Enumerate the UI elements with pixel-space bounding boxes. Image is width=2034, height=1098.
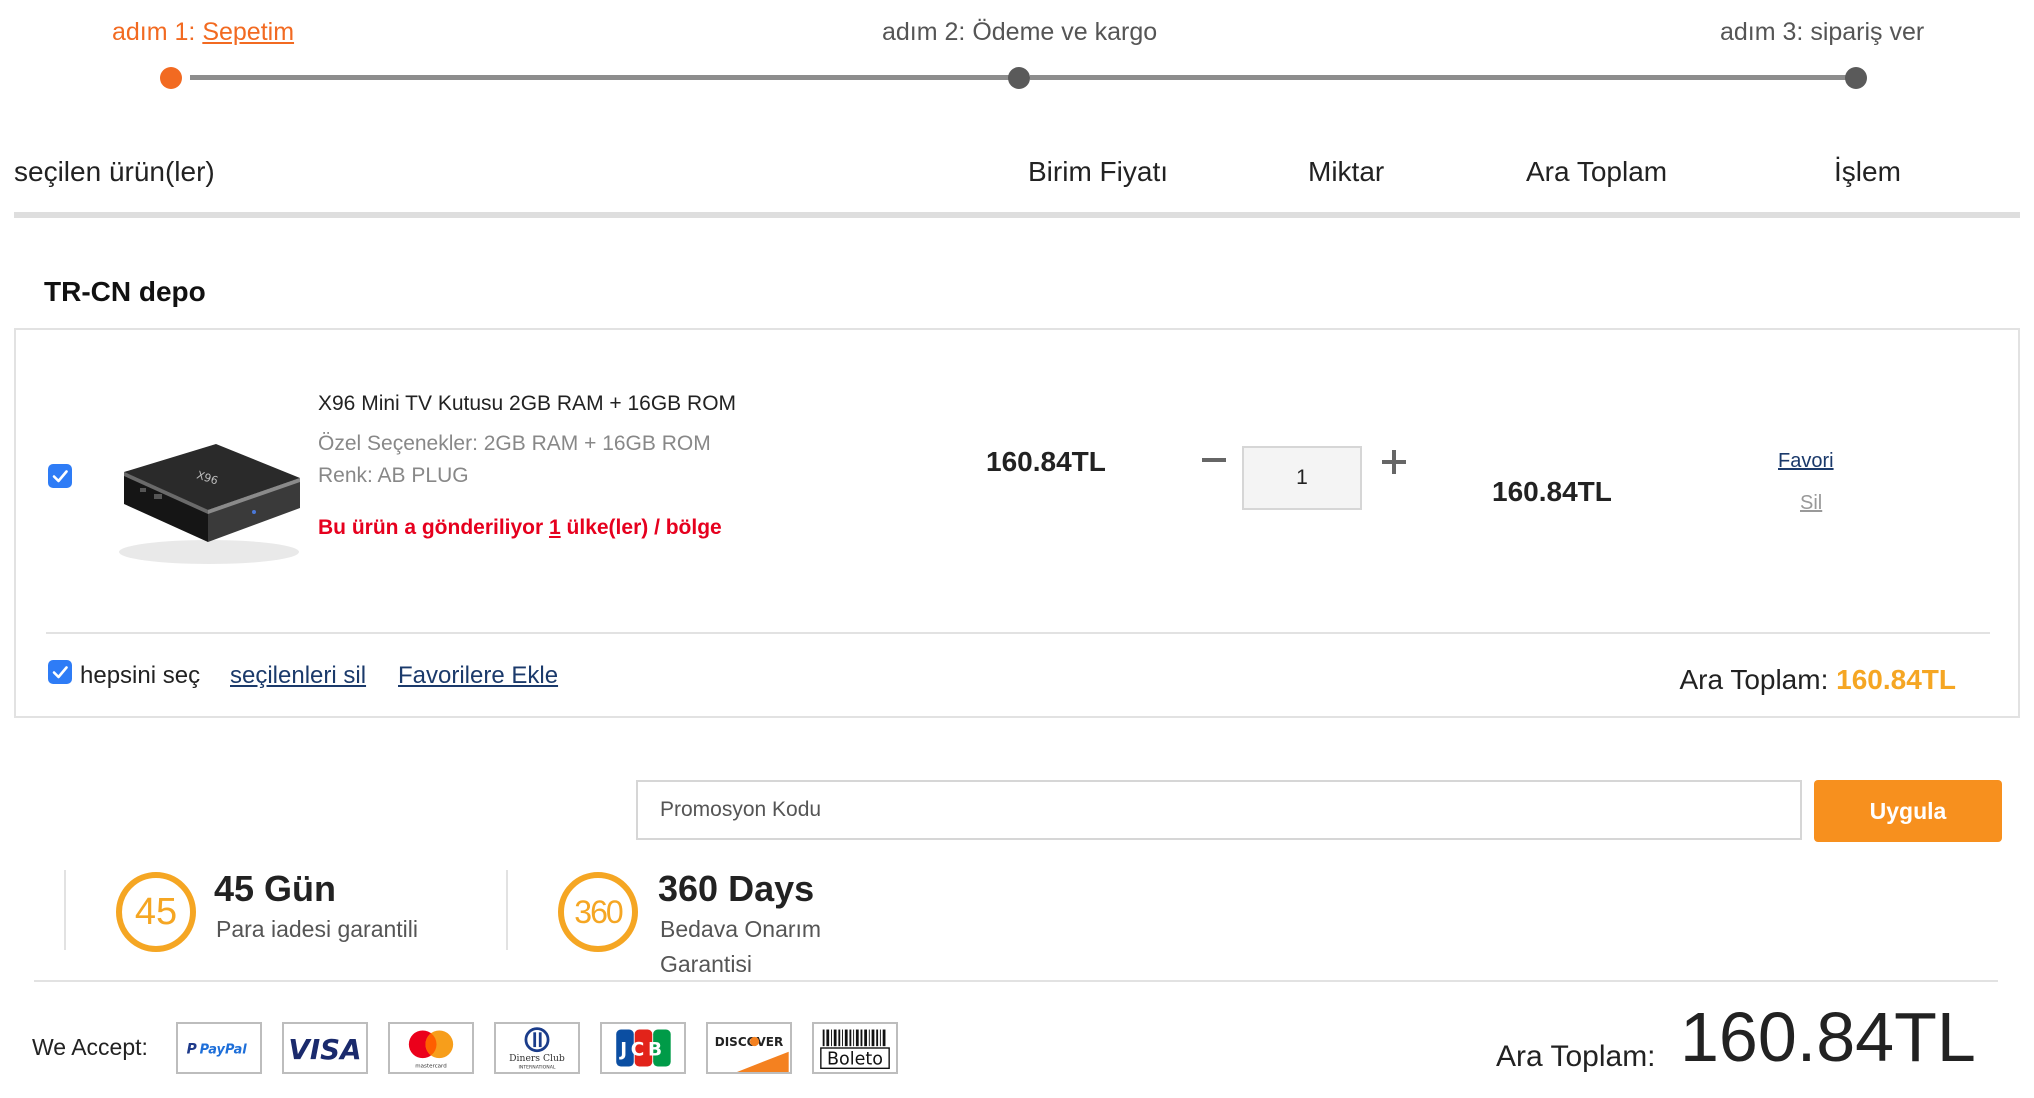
step-1-link[interactable]: Sepetim xyxy=(202,18,294,46)
step-3-dot xyxy=(1845,67,1867,89)
cart-item-box: X96 X96 Mini TV Kutusu 2GB RAM + 16GB RO… xyxy=(14,328,2020,718)
favorite-link[interactable]: Favori xyxy=(1778,450,1834,473)
visa-icon: VISA xyxy=(282,1022,368,1074)
quantity-decrease-button[interactable] xyxy=(1202,458,1226,462)
svg-text:VISA: VISA xyxy=(288,1033,361,1066)
check-icon xyxy=(52,470,68,483)
jcb-icon: JCB xyxy=(600,1022,686,1074)
select-all-label[interactable]: hepsini seç xyxy=(80,662,200,690)
warehouse-title: TR-CN depo xyxy=(44,276,206,307)
grand-total-amount: 160.84TL xyxy=(1680,998,1976,1076)
ship-prefix: Bu ürün a gönderiliyor xyxy=(318,516,550,539)
step-2-dot xyxy=(1008,67,1030,89)
header-subtotal: Ara Toplam xyxy=(1526,156,1668,187)
svg-text:PayPal: PayPal xyxy=(200,1043,248,1058)
step-1-prefix: adım 1: xyxy=(112,18,203,46)
header-unit-price: Birim Fiyatı xyxy=(1028,156,1168,187)
box-subtotal-label: Ara Toplam: xyxy=(1679,664,1837,695)
step-3: adım 3: sipariş ver xyxy=(1720,18,1925,46)
svg-text:JCB: JCB xyxy=(618,1039,666,1060)
check-icon xyxy=(52,666,68,679)
boleto-icon: Boleto xyxy=(812,1022,898,1074)
grand-total-label: Ara Toplam: xyxy=(1496,1040,1656,1073)
header-quantity: Miktar xyxy=(1308,156,1385,187)
add-to-favorites-link[interactable]: Favorilere Ekle xyxy=(398,662,558,690)
item-checkbox[interactable] xyxy=(48,464,72,488)
360-days-badge-icon: 360 xyxy=(558,872,638,952)
header-products: seçilen ürün(ler) xyxy=(14,156,215,187)
ship-country-count[interactable]: 1 xyxy=(549,516,561,539)
unit-price: 160.84TL xyxy=(986,446,1106,477)
guarantee-divider-1 xyxy=(64,870,66,950)
guarantee-sub-2-line1: Bedava Onarım xyxy=(660,916,822,942)
svg-text:mastercard: mastercard xyxy=(415,1063,446,1069)
svg-text:DISCOVER: DISCOVER xyxy=(715,1035,783,1049)
45-days-badge-icon: 45 xyxy=(116,872,196,952)
item-subtotal: 160.84TL xyxy=(1492,476,1612,507)
discover-icon: DISCOVER xyxy=(706,1022,792,1074)
svg-text:Boleto: Boleto xyxy=(827,1050,883,1070)
we-accept-label: We Accept: xyxy=(32,1034,148,1060)
item-divider xyxy=(46,632,1990,634)
product-title[interactable]: X96 Mini TV Kutusu 2GB RAM + 16GB ROM xyxy=(318,392,736,416)
select-all-checkbox[interactable] xyxy=(48,660,72,684)
guarantee-title-1: 45 Gün xyxy=(214,868,337,909)
delete-link[interactable]: Sil xyxy=(1800,492,1822,515)
step-1: adım 1: Sepetim xyxy=(112,18,294,47)
guarantee-title-2: 360 Days xyxy=(658,868,815,909)
apply-promo-button[interactable]: Uygula xyxy=(1814,780,2002,842)
ship-suffix: ülke(ler) / bölge xyxy=(560,516,722,539)
guarantee-sub-2-line2: Garantisi xyxy=(660,951,753,977)
paypal-icon: P PayPal xyxy=(176,1022,262,1074)
delete-selected-link[interactable]: seçilenleri sil xyxy=(230,662,366,690)
step-1-dot xyxy=(160,67,182,89)
footer-divider xyxy=(34,980,1998,982)
diners-club-icon: Diners Club INTERNATIONAL xyxy=(494,1022,580,1074)
svg-text:INTERNATIONAL: INTERNATIONAL xyxy=(519,1064,556,1070)
product-image[interactable]: X96 xyxy=(104,430,314,570)
shipping-notice: Bu ürün a gönderiliyor 1 ülke(ler) / böl… xyxy=(318,516,722,540)
cart-table-header: seçilen ürün(ler) Birim Fiyatı Miktar Ar… xyxy=(14,120,2020,218)
header-action: İşlem xyxy=(1834,156,1901,187)
mastercard-icon: mastercard xyxy=(388,1022,474,1074)
guarantee-sub-1: Para iadesi garantili xyxy=(216,916,419,942)
box-subtotal: Ara Toplam: 160.84TL xyxy=(1679,664,1956,696)
product-color: Renk: AB PLUG xyxy=(318,464,469,487)
quantity-increase-button[interactable] xyxy=(1382,448,1410,476)
step-2: adım 2: Ödeme ve kargo xyxy=(882,18,1158,46)
product-options: Özel Seçenekler: 2GB RAM + 16GB ROM xyxy=(318,432,711,455)
svg-text:Diners Club: Diners Club xyxy=(509,1053,565,1064)
quantity-input[interactable]: 1 xyxy=(1242,446,1362,510)
progress-track-2 xyxy=(1030,75,1848,80)
progress-track-1 xyxy=(190,75,1010,80)
checkout-progress: adım 1: Sepetim adım 2: Ödeme ve kargo a… xyxy=(0,0,2034,110)
guarantee-sub-2: Bedava Onarım Garantisi xyxy=(660,912,821,982)
guarantee-divider-2 xyxy=(506,870,508,950)
promo-code-input[interactable] xyxy=(636,780,1802,840)
box-subtotal-amount: 160.84TL xyxy=(1836,664,1956,695)
svg-text:P: P xyxy=(187,1042,197,1058)
